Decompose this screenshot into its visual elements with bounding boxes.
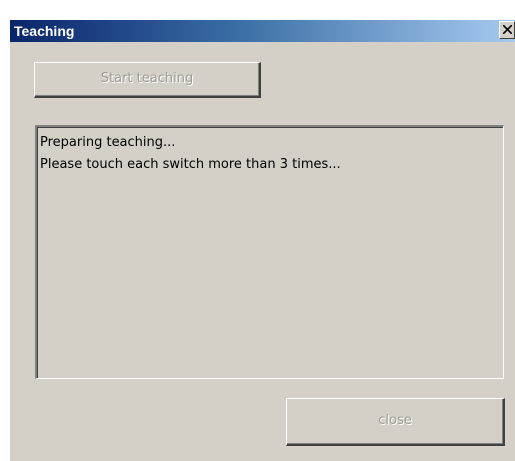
titlebar-close-button[interactable] [499,21,515,39]
title-bar[interactable]: Teaching [10,20,515,42]
close-icon [503,25,512,34]
teaching-dialog: Teaching Start teaching Preparing teachi… [10,20,515,461]
teaching-log-panel: Preparing teaching... Please touch each … [35,125,504,379]
log-line: Please touch each switch more than 3 tim… [40,157,341,172]
close-button[interactable]: close [286,398,505,446]
log-line: Preparing teaching... [40,135,176,150]
start-teaching-button[interactable]: Start teaching [34,62,261,98]
window-title: Teaching [14,23,75,39]
